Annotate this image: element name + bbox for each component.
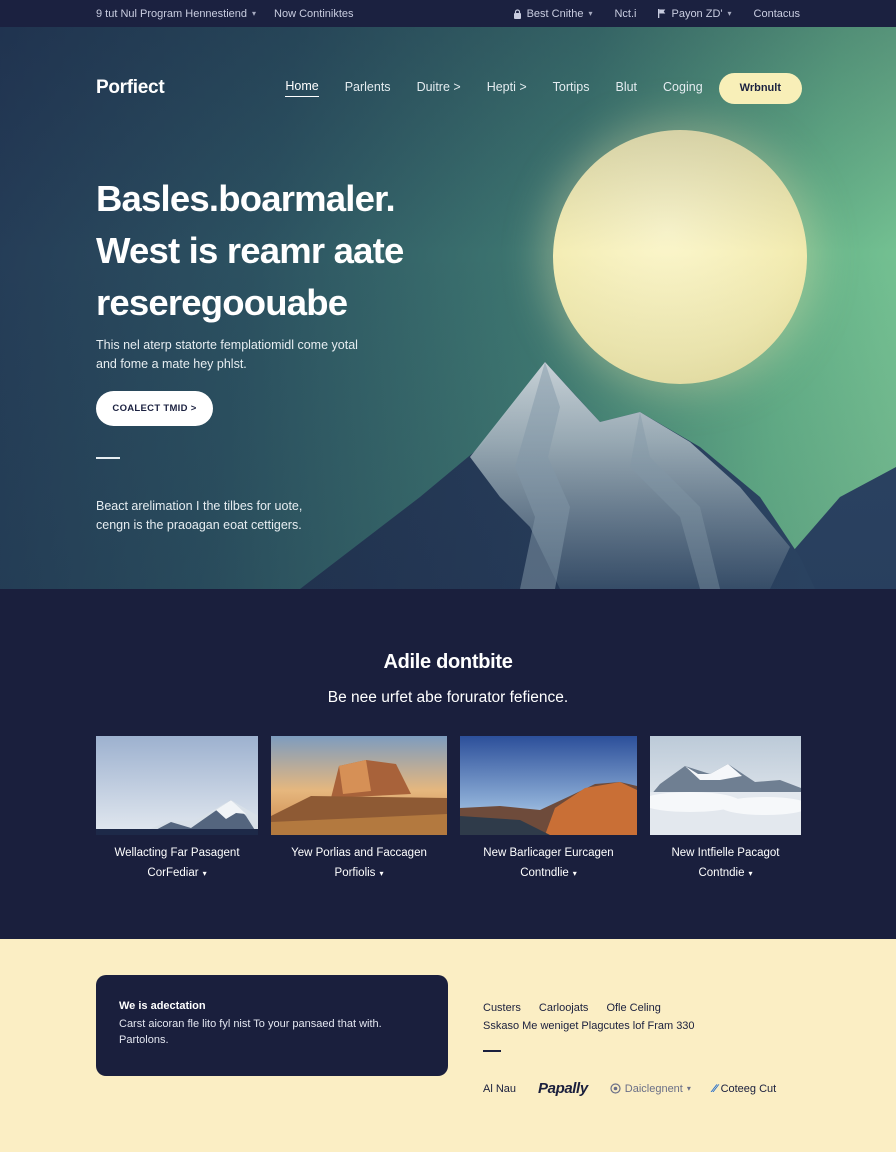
hero-title-line: reseregoouabe: [96, 282, 348, 323]
card-image: [96, 736, 258, 835]
footer-section: We is adectation Carst aicoran fle lito …: [0, 939, 896, 1152]
info-box-line: Partolons.: [119, 1034, 169, 1046]
card-image: [271, 736, 447, 835]
info-box-line: Carst aicoran fle lito fyl nist To your …: [119, 1018, 382, 1030]
nav-cta-button[interactable]: Wrbnult: [718, 72, 802, 104]
site-logo[interactable]: Porfiect: [96, 77, 165, 99]
card-link-label: CorFediar: [147, 867, 199, 879]
card-link[interactable]: Contndie ▾: [650, 863, 801, 884]
flag-icon: [658, 9, 666, 18]
hero-note-line: Beact arelimation I the tilbes for uote,: [96, 499, 303, 513]
nav-link-hepti[interactable]: Hepti >: [487, 80, 527, 97]
nav-link-tortips[interactable]: Tortips: [553, 80, 590, 97]
nav-link-coging[interactable]: Coging: [663, 80, 703, 97]
chevron-down-icon: ▾: [252, 9, 257, 18]
main-nav: Porfiect Home Parlents Duitre > Hepti > …: [96, 72, 802, 104]
nav-link-duitre[interactable]: Duitre >: [417, 80, 461, 97]
card-title: New Intfielle Pacagot: [671, 847, 780, 859]
hero-note-line: cengn is the praoagan eoat cettigers.: [96, 518, 302, 532]
topbar-link-nct[interactable]: Nct.i: [614, 8, 636, 20]
portfolio-card[interactable]: New Barlicager Eurcagen Contndlie ▾: [460, 736, 637, 884]
card-title: Wellacting Far Pasagent: [114, 847, 240, 859]
partner-logo-papally: Papally: [538, 1080, 588, 1097]
topbar-menu-program-label: 9 tut Nul Program Hennestiend: [96, 7, 248, 20]
chevron-down-icon: ▾: [379, 869, 384, 878]
card-link[interactable]: Porfiolis ▾: [271, 863, 447, 884]
footer-links-block: Custers Carloojats Ofle Celing Sskaso Me…: [483, 1002, 813, 1052]
partner-logos: Al Nau Papally Daiclegnent ▾ ∕∕ Coteeg C…: [483, 1080, 776, 1097]
info-box-text: Carst aicoran fle lito fyl nist To your …: [119, 1016, 425, 1048]
divider: [483, 1050, 501, 1052]
brand-mark-icon: ∕∕: [712, 1082, 717, 1095]
portfolio-title: Adile dontbite: [383, 651, 513, 673]
topbar-link-label: Contacus: [753, 7, 800, 20]
hero-cta-button[interactable]: COALECT TMID >: [96, 391, 213, 426]
hero-title: Basles.boarmaler. West is reamr aate res…: [96, 173, 516, 329]
footer-text: Sskaso Me weniget Plagcutes lof Fram 330: [483, 1020, 695, 1032]
nav-link-blut[interactable]: Blut: [615, 80, 637, 97]
chevron-down-icon: ▾: [727, 9, 732, 18]
card-link-label: Contndlie: [520, 867, 569, 879]
topbar-link-label: Now Continiktes: [274, 7, 354, 20]
lock-icon: [513, 8, 521, 19]
portfolio-subtitle: Be nee urfet abe forurator fefience.: [327, 689, 569, 706]
nav-links: Home Parlents Duitre > Hepti > Tortips B…: [285, 79, 703, 97]
chevron-down-icon: ▾: [202, 869, 207, 878]
card-link[interactable]: CorFediar ▾: [96, 863, 258, 884]
footer-links: Custers Carloojats Ofle Celing: [483, 1002, 813, 1014]
topbar-link-continiktes[interactable]: Now Continiktes: [274, 8, 353, 20]
hero-subtitle-line: and fome a mate hey phlst.: [96, 357, 247, 371]
hero-subtitle-line: This nel aterp statorte femplatiomidl co…: [96, 338, 358, 352]
topbar-menu-language-label: Payon ZD': [671, 7, 723, 20]
portfolio-card[interactable]: Yew Porlias and Faccagen Porfiolis ▾: [271, 736, 447, 884]
divider: [96, 457, 120, 459]
chevron-down-icon: ▾: [686, 1084, 691, 1093]
portfolio-card[interactable]: Wellacting Far Pasagent CorFediar ▾: [96, 736, 258, 884]
footer-link[interactable]: Custers: [483, 1002, 521, 1014]
topbar-menu-language[interactable]: Payon ZD' ▾: [658, 7, 732, 20]
partner-logo-alnau: Al Nau: [483, 1082, 517, 1095]
hero-section: Porfiect Home Parlents Duitre > Hepti > …: [0, 27, 896, 589]
card-link-label: Porfiolis: [334, 867, 376, 879]
topbar-menu-account[interactable]: Best Cnithe ▾: [513, 7, 593, 20]
hero-note: Beact arelimation I the tilbes for uote,…: [96, 497, 356, 535]
partner-logo-daiclegnent: Daiclegnent ▾: [610, 1083, 691, 1095]
chevron-down-icon: ▾: [748, 869, 753, 878]
topbar-menu-program[interactable]: 9 tut Nul Program Hennestiend ▾: [96, 8, 256, 20]
card-image: [650, 736, 801, 835]
hero-title-line: West is reamr aate: [96, 230, 404, 271]
topbar-link-contact[interactable]: Contacus: [754, 8, 800, 20]
card-image: [460, 736, 637, 835]
circle-logo-icon: [610, 1083, 621, 1094]
partner-logo-coteeg: ∕∕ Coteeg Cut: [713, 1083, 776, 1095]
card-link[interactable]: Contndlie ▾: [460, 863, 637, 884]
info-box-title: We is adectation: [119, 1000, 206, 1012]
partner-logo-label: Daiclegnent: [624, 1082, 683, 1095]
chevron-down-icon: ▾: [572, 869, 577, 878]
info-box: We is adectation Carst aicoran fle lito …: [96, 975, 448, 1076]
card-title: Yew Porlias and Faccagen: [291, 847, 427, 859]
portfolio-section: Adile dontbite Be nee urfet abe forurato…: [0, 589, 896, 939]
topbar-menu-account-label: Best Cnithe: [526, 7, 584, 20]
topbar-link-label: Nct.i: [614, 7, 637, 20]
nav-link-parlents[interactable]: Parlents: [345, 80, 391, 97]
partner-logo-label: Coteeg Cut: [720, 1082, 777, 1095]
footer-link[interactable]: Ofle Celing: [606, 1002, 660, 1014]
chevron-down-icon: ▾: [588, 9, 593, 18]
hero-title-line: Basles.boarmaler.: [96, 178, 396, 219]
card-link-label: Contndie: [698, 867, 745, 879]
card-title: New Barlicager Eurcagen: [483, 847, 614, 859]
portfolio-card[interactable]: New Intfielle Pacagot Contndie ▾: [650, 736, 801, 884]
footer-link[interactable]: Carloojats: [539, 1002, 589, 1014]
nav-link-home[interactable]: Home: [285, 79, 319, 97]
hero-subtitle: This nel aterp statorte femplatiomidl co…: [96, 336, 426, 374]
top-utility-bar: 9 tut Nul Program Hennestiend ▾ Now Cont…: [0, 0, 896, 27]
